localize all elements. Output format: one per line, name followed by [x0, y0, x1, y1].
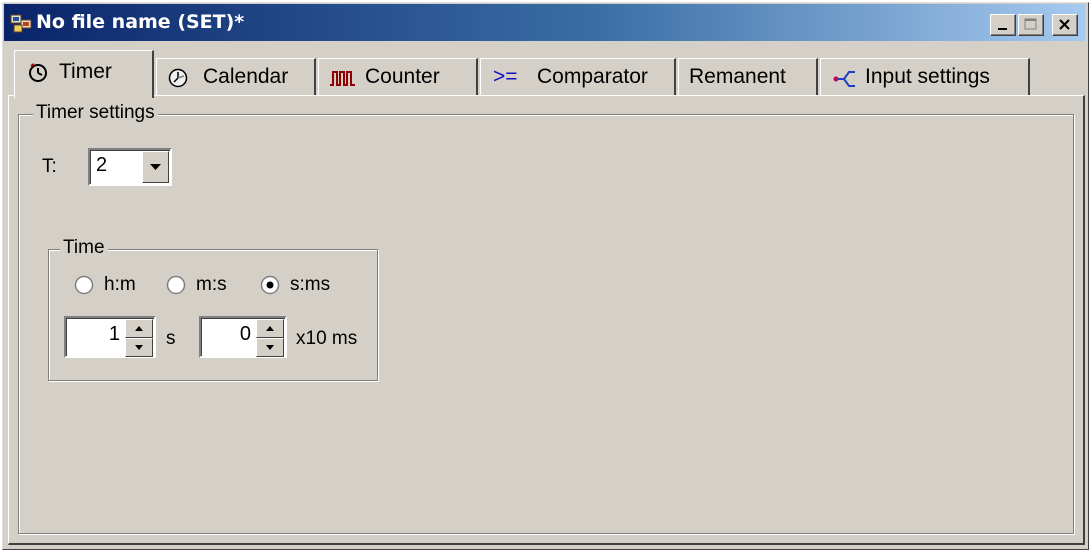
- milliseconds-down-button[interactable]: [256, 338, 284, 357]
- tab-label: Timer: [59, 60, 112, 83]
- radio-hm[interactable]: [74, 275, 94, 295]
- tab-label: Input settings: [865, 65, 990, 88]
- milliseconds-value: 0: [239, 323, 251, 345]
- tab-counter[interactable]: Counter: [318, 58, 478, 96]
- arrow-up-icon: [266, 326, 274, 331]
- radio-sms[interactable]: [260, 275, 280, 295]
- arrow-down-icon: [135, 345, 143, 350]
- clock-icon: [29, 63, 47, 82]
- minimize-button[interactable]: [990, 14, 1016, 36]
- tab-strip: Timer Calendar Counter >= Comparator Rem…: [6, 44, 1086, 98]
- close-icon: [1059, 19, 1070, 30]
- milliseconds-spin-buttons: [256, 319, 284, 357]
- tab-label: Remanent: [689, 65, 786, 88]
- input-settings-icon: [833, 71, 855, 87]
- seconds-up-button[interactable]: [125, 319, 153, 338]
- t-select-dropdown-button[interactable]: [142, 151, 169, 183]
- arrow-down-icon: [266, 345, 274, 350]
- milliseconds-spinbox[interactable]: 0: [199, 316, 287, 358]
- milliseconds-up-button[interactable]: [256, 319, 284, 338]
- radio-ms[interactable]: [166, 275, 186, 295]
- seconds-down-button[interactable]: [125, 338, 153, 357]
- minimize-icon: [998, 28, 1007, 30]
- seconds-unit: s: [166, 328, 176, 349]
- t-select[interactable]: 2: [88, 148, 172, 186]
- tab-label: Comparator: [537, 65, 648, 88]
- tab-label: Calendar: [203, 65, 289, 88]
- comparator-icon: >=: [493, 65, 518, 88]
- t-select-value: 2: [96, 154, 108, 176]
- title-bar[interactable]: No file name (SET)*: [4, 4, 1085, 41]
- time-group: [48, 249, 378, 381]
- close-button[interactable]: [1052, 14, 1078, 36]
- tab-comparator[interactable]: >= Comparator: [480, 58, 676, 96]
- seconds-value: 1: [108, 323, 120, 345]
- app-icon: [10, 14, 32, 33]
- time-group-title: Time: [60, 237, 108, 259]
- arrow-up-icon: [135, 326, 143, 331]
- timer-settings-title: Timer settings: [33, 102, 158, 124]
- radio-hm-label: h:m: [104, 274, 136, 295]
- tab-input-settings[interactable]: Input settings: [820, 58, 1030, 96]
- tab-timer[interactable]: Timer: [14, 50, 154, 98]
- calendar-clock-icon: [168, 68, 188, 88]
- tab-calendar[interactable]: Calendar: [156, 58, 316, 96]
- radio-ms-label: m:s: [196, 274, 227, 295]
- radio-sms-label: s:ms: [290, 274, 331, 295]
- tab-label: Counter: [365, 65, 440, 88]
- tab-remanent[interactable]: Remanent: [678, 58, 818, 96]
- window-title: No file name (SET)*: [36, 11, 245, 33]
- t-label: T:: [42, 156, 57, 177]
- seconds-spin-buttons: [125, 319, 153, 357]
- pulse-counter-icon: [330, 71, 355, 86]
- milliseconds-unit: x10 ms: [296, 328, 358, 349]
- maximize-icon: [1024, 18, 1037, 30]
- maximize-button[interactable]: [1018, 14, 1044, 36]
- seconds-spinbox[interactable]: 1: [64, 316, 156, 358]
- chevron-down-icon: [150, 164, 161, 170]
